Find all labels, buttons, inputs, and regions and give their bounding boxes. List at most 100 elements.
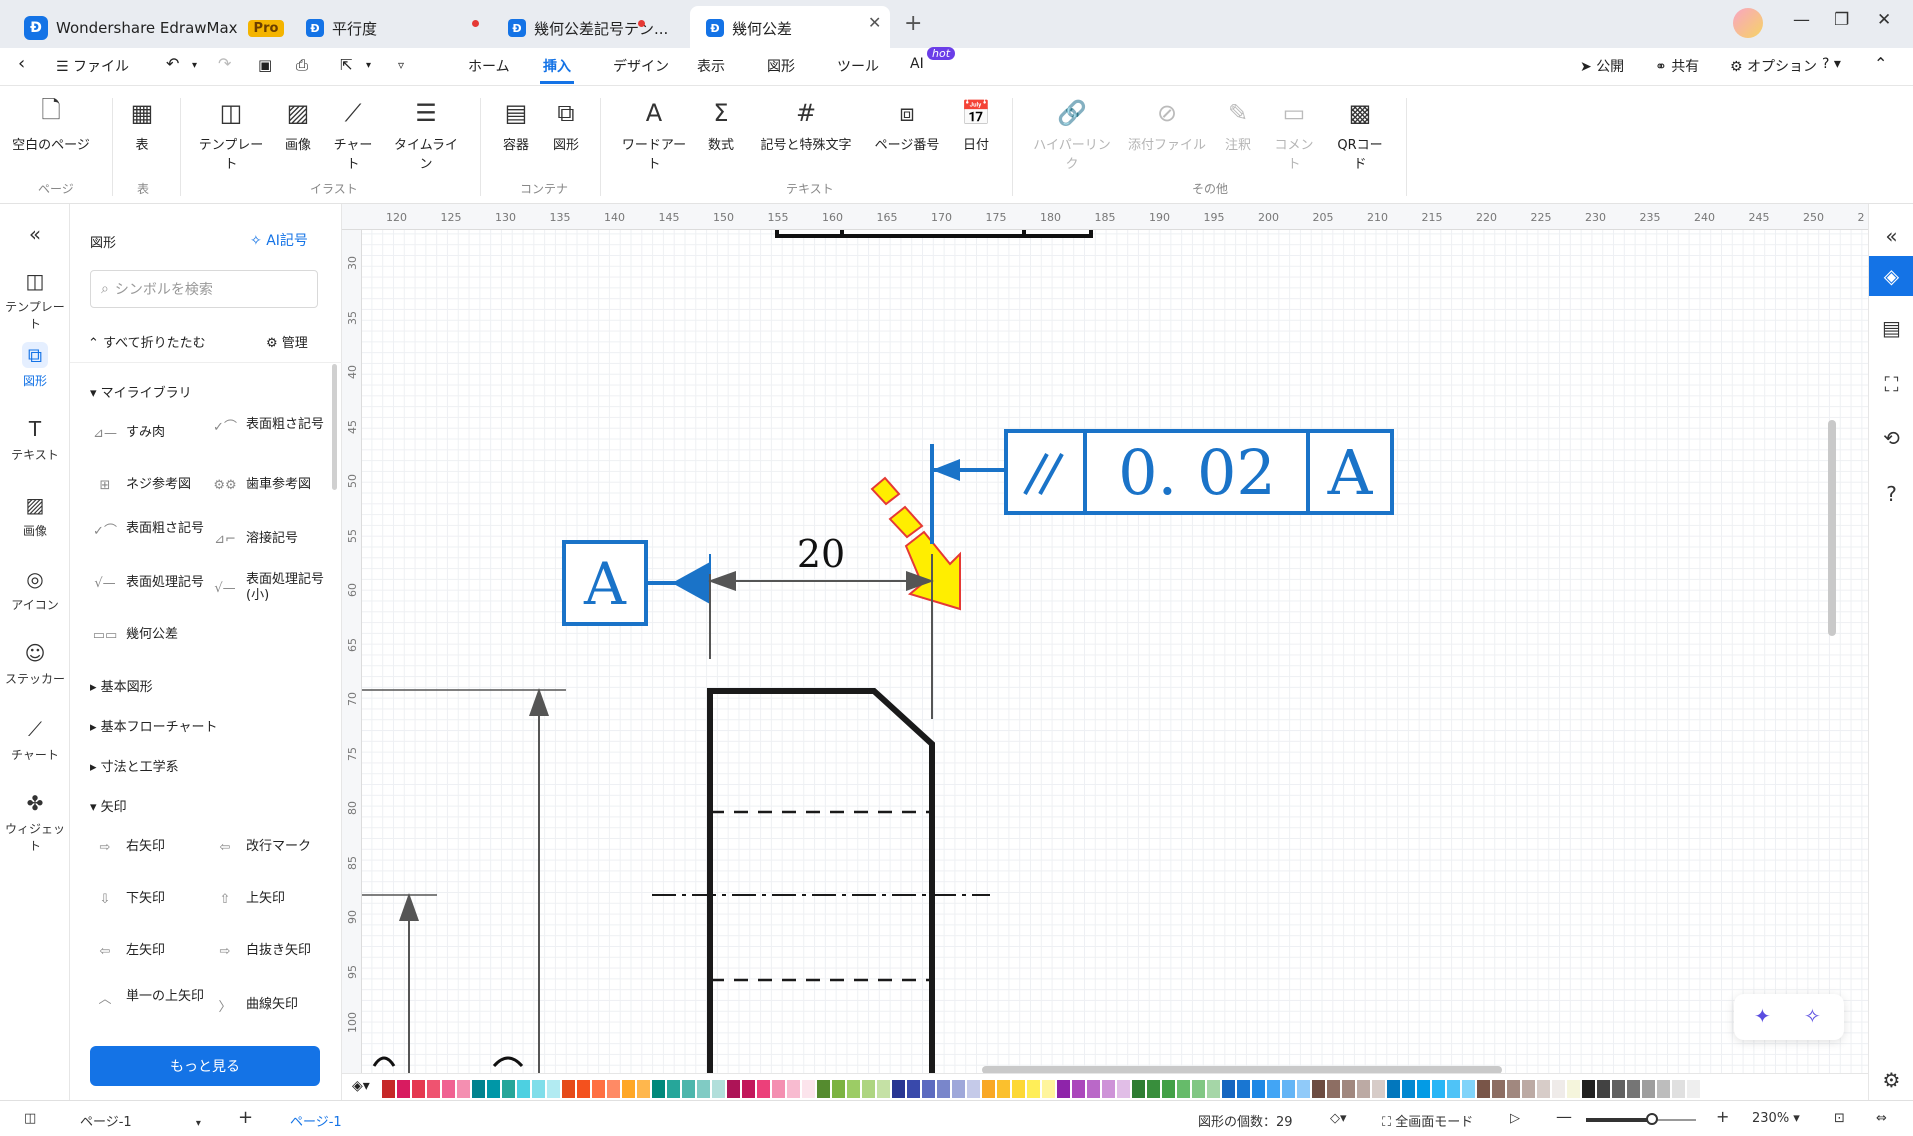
section-my-library[interactable]: ▾ マイライブラリ	[90, 382, 192, 401]
collapse-all-button[interactable]: ⌃ すべて折りたたむ	[88, 332, 206, 351]
color-swatch[interactable]	[1222, 1079, 1235, 1098]
color-swatch[interactable]	[637, 1079, 650, 1098]
save-icon[interactable]: ▣	[258, 56, 272, 74]
color-swatch[interactable]	[1477, 1079, 1490, 1098]
color-swatch[interactable]	[1012, 1079, 1025, 1098]
color-swatch[interactable]	[667, 1079, 680, 1098]
color-swatch[interactable]	[442, 1079, 455, 1098]
color-swatch[interactable]	[982, 1079, 995, 1098]
symbol-gear-reference[interactable]: ⚙⚙ 歯車参考図	[210, 474, 330, 496]
color-swatch[interactable]	[1522, 1079, 1535, 1098]
color-swatch[interactable]	[562, 1079, 575, 1098]
color-swatch[interactable]	[1462, 1079, 1475, 1098]
chart-button[interactable]: ⟋ チャート	[328, 98, 378, 172]
datum-box[interactable]: A	[562, 540, 711, 659]
tab-home[interactable]: ホーム	[468, 56, 510, 76]
fullscreen-button[interactable]: ⛶ 全画面モード	[1382, 1111, 1473, 1130]
color-swatch[interactable]	[1177, 1079, 1190, 1098]
tab-tools[interactable]: ツール	[837, 56, 879, 76]
undo-dropdown-icon[interactable]: ▾	[192, 60, 197, 71]
ai-symbol-button[interactable]: ✧ AI記号	[250, 230, 308, 250]
color-swatch[interactable]	[457, 1079, 470, 1098]
new-tab-icon[interactable]: +	[904, 11, 922, 36]
color-swatch[interactable]	[1537, 1079, 1550, 1098]
color-swatch[interactable]	[742, 1079, 755, 1098]
rail-template[interactable]: ◫ テンプレート	[0, 268, 70, 332]
color-swatch[interactable]	[727, 1079, 740, 1098]
history-icon[interactable]: ⟲	[1869, 418, 1913, 458]
color-swatch[interactable]	[1687, 1079, 1700, 1098]
comment-button[interactable]: ▭ コメント	[1270, 98, 1318, 172]
color-swatch[interactable]	[502, 1079, 515, 1098]
hyperlink-button[interactable]: 🔗 ハイパーリンク	[1030, 98, 1114, 172]
color-swatch[interactable]	[622, 1079, 635, 1098]
color-swatch[interactable]	[682, 1079, 695, 1098]
minimize-icon[interactable]: —	[1793, 10, 1810, 30]
color-swatch[interactable]	[1582, 1079, 1595, 1098]
color-swatch[interactable]	[712, 1079, 725, 1098]
color-swatch[interactable]	[1342, 1079, 1355, 1098]
symbol-surface-roughness[interactable]: ✓⌒ 表面粗さ記号	[210, 414, 330, 436]
color-swatch[interactable]	[382, 1079, 395, 1098]
yellow-pointer-arrow-icon[interactable]	[870, 476, 961, 611]
publish-button[interactable]: ➤ 公開	[1580, 56, 1624, 76]
color-swatch[interactable]	[1507, 1079, 1520, 1098]
collapse-panel-icon[interactable]: «	[0, 222, 70, 246]
tab-view[interactable]: 表示	[697, 56, 725, 76]
section-dimension-engineering[interactable]: ▸ 寸法と工学系	[90, 756, 179, 775]
tab-ai[interactable]: AI	[910, 56, 924, 72]
presentation-icon[interactable]: ⛶	[1869, 364, 1913, 404]
color-swatch[interactable]	[1192, 1079, 1205, 1098]
color-swatch[interactable]	[1552, 1079, 1565, 1098]
tab-insert[interactable]: 挿入	[543, 56, 571, 76]
color-swatch[interactable]	[1207, 1079, 1220, 1098]
color-swatch[interactable]	[607, 1079, 620, 1098]
color-swatch[interactable]	[1312, 1079, 1325, 1098]
color-swatch[interactable]	[967, 1079, 980, 1098]
formula-button[interactable]: Σ 数式	[700, 98, 742, 153]
color-swatch[interactable]	[1057, 1079, 1070, 1098]
rail-widget[interactable]: ✤ ウィジェット	[0, 790, 70, 854]
color-swatch[interactable]	[1102, 1079, 1115, 1098]
play-icon[interactable]: ▷	[1510, 1111, 1520, 1126]
zoom-slider-thumb[interactable]	[1646, 1113, 1658, 1125]
share-button[interactable]: ⚭ 共有	[1655, 56, 1699, 76]
rail-chart[interactable]: ⟋ チャート	[0, 716, 70, 763]
tab-doc-3-active[interactable]: Ð 幾何公差	[706, 8, 792, 48]
tab-doc-2[interactable]: Ð 幾何公差記号テン...	[508, 8, 668, 48]
ai-wand-icon[interactable]: ✦	[1754, 1004, 1771, 1028]
wordart-button[interactable]: A ワードアート	[618, 98, 690, 172]
page-tab-active[interactable]: ページ-1	[290, 1111, 342, 1130]
color-swatch[interactable]	[817, 1079, 830, 1098]
tab-design[interactable]: デザイン	[613, 56, 669, 76]
table-button[interactable]: ▦ 表	[122, 98, 162, 153]
color-swatch[interactable]	[1147, 1079, 1160, 1098]
avatar[interactable]	[1733, 8, 1763, 38]
note-button[interactable]: ✎ 注釈	[1218, 98, 1258, 153]
manage-button[interactable]: ⚙ 管理	[266, 332, 308, 351]
color-swatch[interactable]	[802, 1079, 815, 1098]
symbol-down-arrow[interactable]: ⇩ 下矢印	[90, 888, 210, 910]
color-swatch[interactable]	[1252, 1079, 1265, 1098]
color-swatch[interactable]	[1672, 1079, 1685, 1098]
color-swatch[interactable]	[892, 1079, 905, 1098]
tab-shape[interactable]: 図形	[767, 56, 795, 76]
panel-scrollbar[interactable]	[332, 364, 337, 490]
symbol-surface-treatment[interactable]: √— 表面処理記号	[90, 572, 210, 594]
color-swatch[interactable]	[472, 1079, 485, 1098]
export-dropdown-icon[interactable]: ▾	[366, 60, 371, 71]
color-swatch[interactable]	[1627, 1079, 1640, 1098]
restore-icon[interactable]: ❐	[1834, 10, 1849, 30]
fit-width-icon[interactable]: ⇔	[1876, 1111, 1887, 1126]
color-swatch[interactable]	[1267, 1079, 1280, 1098]
timeline-button[interactable]: ☰ タイムライン	[390, 98, 462, 172]
zoom-select[interactable]: 230% ▾	[1752, 1111, 1800, 1126]
color-swatch[interactable]	[1417, 1079, 1430, 1098]
color-swatch[interactable]	[1162, 1079, 1175, 1098]
color-swatch[interactable]	[1237, 1079, 1250, 1098]
symbol-fillet[interactable]: ⊿— すみ肉	[90, 422, 210, 444]
back-icon[interactable]: ‹	[18, 53, 25, 74]
export-icon[interactable]: ⇱	[340, 56, 353, 74]
expand-right-panel-icon[interactable]: «	[1869, 216, 1913, 256]
symbol-up-arrow[interactable]: ⇧ 上矢印	[210, 888, 330, 910]
